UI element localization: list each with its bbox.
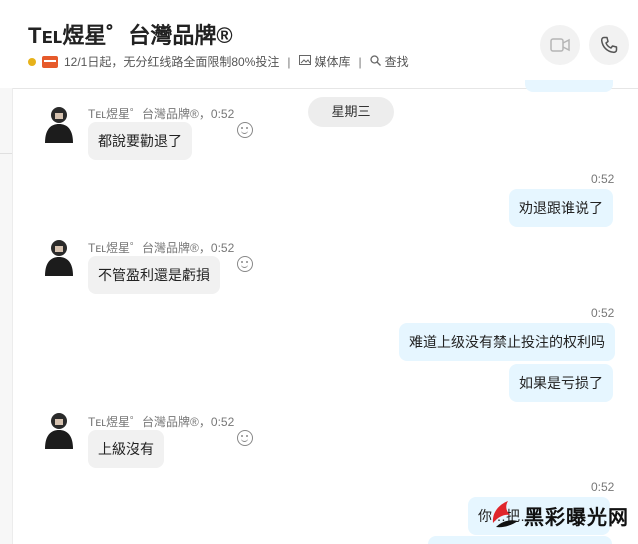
notice-text: 12/1日起，无分红线路全面限制80%投注 <box>64 55 280 69</box>
message-bubble-outgoing[interactable]: 难道上级没有禁止投注的权利吗 <box>399 323 615 361</box>
message-time: 0:52 <box>591 172 615 186</box>
sender-name: Tᴇʟ煜星゜台灣品牌®，0:52 <box>88 415 235 429</box>
image-icon <box>298 55 311 68</box>
phone-icon <box>600 36 618 54</box>
watermark-logo-icon <box>492 501 518 528</box>
watermark: 黑彩曝光网 <box>488 497 629 533</box>
emoji-reaction-icon[interactable] <box>237 256 253 272</box>
sender-name: Tᴇʟ煜星゜台灣品牌®，0:52 <box>88 107 235 121</box>
message-bubble-incoming[interactable]: 上級沒有 <box>88 430 164 468</box>
message-bubble-incoming[interactable]: 不管盈利還是虧損 <box>88 256 220 294</box>
video-camera-icon <box>550 38 570 52</box>
voice-call-button[interactable] <box>589 25 629 65</box>
divider: | <box>287 54 291 69</box>
video-call-button[interactable] <box>540 25 580 65</box>
message-time: 0:52 <box>591 306 615 320</box>
chat-title: Tᴇʟ煜星゜台灣品牌® <box>28 23 233 48</box>
message-time: 0:52 <box>591 480 615 494</box>
search-link[interactable]: 查找 <box>369 53 409 70</box>
emoji-reaction-icon[interactable] <box>237 122 253 138</box>
message-bubble-incoming[interactable]: 都說要勸退了 <box>88 122 192 160</box>
chat-header: Tᴇʟ煜星゜台灣品牌® 12/1日起，无分红线路全面限制80%投注 | 媒体库 … <box>0 0 638 89</box>
header-subline: 12/1日起，无分红线路全面限制80%投注 | 媒体库 | 查找 <box>28 53 409 70</box>
sender-name: Tᴇʟ煜星゜台灣品牌®，0:52 <box>88 241 235 255</box>
avatar[interactable] <box>42 103 76 143</box>
divider: | <box>358 54 362 69</box>
search-label: 查找 <box>384 55 409 69</box>
shop-icon <box>42 55 58 68</box>
media-library-link[interactable]: 媒体库 <box>298 53 351 70</box>
sidebar-edge <box>0 88 13 544</box>
avatar[interactable] <box>42 409 76 449</box>
watermark-text: 黑彩曝光网 <box>524 506 629 529</box>
search-icon <box>369 54 381 69</box>
emoji-reaction-icon[interactable] <box>237 430 253 446</box>
day-divider: 星期三 <box>308 97 394 127</box>
avatar[interactable] <box>42 236 76 276</box>
message-bubble-outgoing[interactable]: 如果是亏损了 <box>509 364 613 402</box>
previous-message-bubble <box>525 80 613 92</box>
message-bubble-outgoing-clipped <box>428 536 612 544</box>
message-bubble-outgoing[interactable]: 劝退跟谁说了 <box>509 189 613 227</box>
notice-dot-icon <box>28 57 36 66</box>
media-library-label: 媒体库 <box>314 55 351 69</box>
